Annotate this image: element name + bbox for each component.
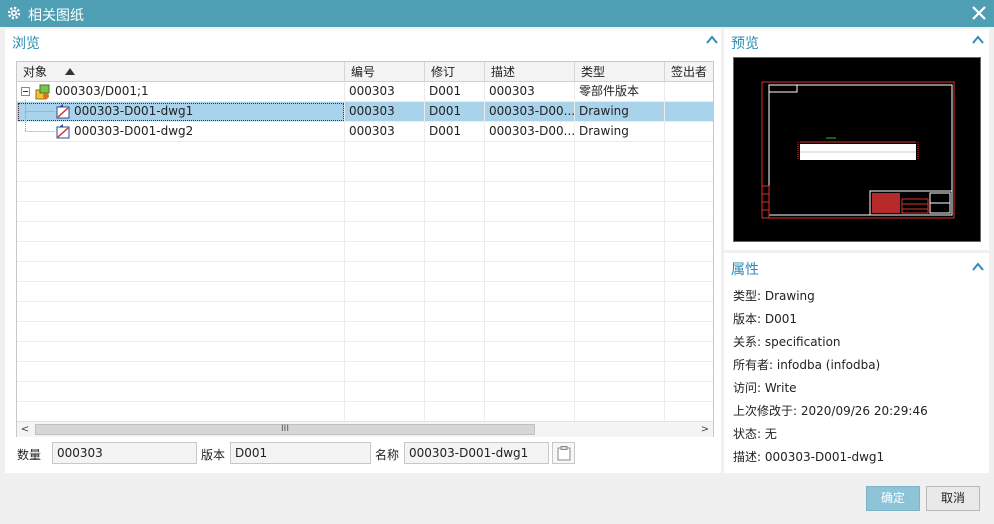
description-cell: 000303 [485,82,575,102]
horizontal-scrollbar[interactable]: < III > [17,421,713,437]
item-revision-icon [35,84,50,100]
column-header-number[interactable]: 编号 [345,62,425,82]
table-row[interactable]: 000303-D001-dwg2 000303 D001 000303-D00.… [17,120,713,142]
clipboard-button[interactable] [552,442,575,464]
name-field[interactable]: 000303-D001-dwg1 [404,442,549,464]
quantity-field[interactable]: 000303 [52,442,197,464]
property-owner: 所有者: infodba (infodba) [733,358,881,372]
window-title: 相关图纸 [28,8,84,24]
property-type: 类型: Drawing [733,289,815,303]
checked-out-cell [665,102,713,122]
object-cell: 000303-D001-dwg2 [17,120,345,142]
revision-cell: D001 [425,102,485,122]
title-bar: 相关图纸 [0,0,994,27]
property-status: 状态: 无 [733,427,777,441]
properties-section-title: 属性 [731,262,759,278]
number-cell: 000303 [345,122,425,142]
drawing-icon [56,124,70,139]
collapse-properties-icon[interactable] [972,262,984,272]
table-row[interactable]: 000303/D001;1 000303 D001 000303 零部件版本 [17,82,713,102]
version-field[interactable]: D001 [230,442,371,464]
property-version: 版本: D001 [733,312,798,326]
preview-section-title: 预览 [731,36,759,52]
property-access: 访问: Write [733,381,797,395]
scroll-right-icon[interactable]: > [697,422,713,437]
type-cell: Drawing [575,122,665,142]
object-cell: 000303-D001-dwg1 [17,100,345,124]
description-cell: 000303-D00... [485,102,575,122]
column-header-type[interactable]: 类型 [575,62,665,82]
collapse-browse-icon[interactable] [706,35,718,45]
property-description: 描述: 000303-D001-dwg1 [733,450,885,464]
name-label: 名称 [375,448,400,462]
collapse-tree-icon[interactable] [21,87,30,96]
browse-table: 对象 编号 修订 描述 类型 签出者 000303/D001;1 000303 … [16,61,714,437]
drawing-preview-image [761,81,955,219]
browse-section-title: 浏览 [12,36,40,52]
description-cell: 000303-D00... [485,122,575,142]
sort-ascending-icon [65,68,75,75]
checked-out-cell [665,122,713,142]
collapse-preview-icon[interactable] [972,35,984,45]
number-cell: 000303 [345,102,425,122]
object-cell: 000303/D001;1 [17,82,345,102]
revision-cell: D001 [425,122,485,142]
property-last-modified: 上次修改于: 2020/09/26 20:29:46 [733,404,928,418]
column-header-checked-out-by[interactable]: 签出者 [665,62,713,82]
version-label: 版本 [201,448,226,462]
scrollbar-thumb[interactable]: III [35,424,535,435]
table-header: 对象 编号 修订 描述 类型 签出者 [17,62,713,82]
type-cell: 零部件版本 [575,82,665,102]
checked-out-cell [665,82,713,102]
number-cell: 000303 [345,82,425,102]
drawing-preview [733,57,981,242]
table-row[interactable]: 000303-D001-dwg1 000303 D001 000303-D00.… [17,100,713,124]
drawing-icon [56,104,70,119]
column-header-description[interactable]: 描述 [485,62,575,82]
gear-icon [7,6,21,20]
scroll-left-icon[interactable]: < [17,422,33,437]
tree-connector [25,120,55,132]
quantity-label: 数量 [17,448,42,462]
property-relation: 关系: specification [733,335,841,349]
clipboard-icon [557,446,571,461]
column-header-object[interactable]: 对象 [17,62,345,82]
type-cell: Drawing [575,102,665,122]
column-header-revision[interactable]: 修订 [425,62,485,82]
cancel-button[interactable]: 取消 [926,486,980,511]
empty-grid [17,142,713,422]
close-icon[interactable] [970,4,988,22]
revision-cell: D001 [425,82,485,102]
ok-button[interactable]: 确定 [866,486,920,511]
